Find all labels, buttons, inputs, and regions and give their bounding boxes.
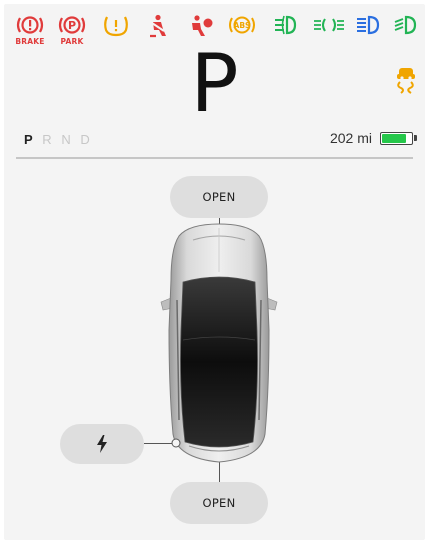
gear-option-n: N (61, 132, 72, 147)
traction-control-icon (397, 68, 415, 94)
gear-selector: P R N D (24, 132, 95, 147)
battery-icon (380, 131, 413, 145)
car-top-view (160, 223, 278, 463)
charge-port-button[interactable] (60, 424, 144, 464)
gear-option-r: R (42, 132, 53, 147)
parking-lights-icon (314, 18, 344, 32)
svg-text:ABS: ABS (234, 21, 251, 30)
brake-warning-icon (16, 16, 44, 34)
seatbelt-icon (150, 14, 166, 38)
instrument-cluster: BRAKE P PARK ABS P P R N D 202 mi OPEN O… (4, 4, 425, 540)
high-beam-icon (357, 15, 380, 35)
front-fog-light-icon (275, 15, 297, 35)
lightning-icon (97, 435, 107, 453)
low-beam-icon (394, 15, 417, 35)
airbag-icon (192, 15, 213, 36)
open-trunk-button[interactable]: OPEN (170, 482, 268, 524)
current-gear: P (190, 37, 239, 130)
gear-option-p: P (24, 132, 34, 147)
svg-text:P: P (68, 19, 76, 32)
range-text: 202 mi (329, 130, 372, 146)
battery-level-fill (382, 133, 407, 143)
park-brake-icon: P (58, 16, 86, 34)
abs-icon: ABS (229, 16, 255, 34)
range-indicator: 202 mi (330, 129, 417, 147)
divider (16, 157, 413, 159)
open-frunk-button[interactable]: OPEN (170, 176, 268, 218)
tire-pressure-icon (104, 16, 128, 37)
battery-tip (414, 135, 417, 141)
gear-option-d: D (80, 132, 91, 147)
